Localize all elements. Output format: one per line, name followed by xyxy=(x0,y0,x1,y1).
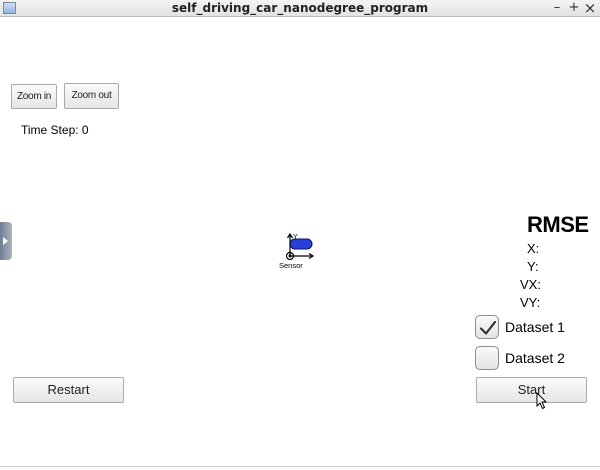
window-bottom-border xyxy=(0,466,600,467)
dataset-2-checkbox[interactable] xyxy=(475,346,499,370)
side-handle-icon[interactable] xyxy=(0,222,12,260)
maximize-button[interactable]: + xyxy=(566,0,582,16)
close-button[interactable]: × xyxy=(582,0,598,16)
zoom-in-button[interactable]: Zoom in xyxy=(11,84,57,109)
checkmark-icon xyxy=(479,320,497,335)
window-title: self_driving_car_nanodegree_program xyxy=(171,1,429,15)
sensor-view: Y Sensor xyxy=(279,232,315,270)
rmse-vx-label: VX: xyxy=(520,277,541,292)
dataset-1-label[interactable]: Dataset 1 xyxy=(505,319,565,335)
rmse-x-label: X: xyxy=(527,241,540,256)
time-step-label: Time Step: 0 xyxy=(21,123,89,137)
restart-button[interactable]: Restart xyxy=(13,377,124,403)
start-button[interactable]: Start xyxy=(476,377,587,403)
rmse-y-label: Y: xyxy=(527,259,539,274)
sensor-label: Sensor xyxy=(279,261,303,270)
rmse-title: RMSE xyxy=(527,212,589,237)
y-axis-label: Y xyxy=(293,234,298,241)
zoom-out-button[interactable]: Zoom out xyxy=(64,83,119,109)
cursor-icon xyxy=(536,392,548,410)
dataset-2-label[interactable]: Dataset 2 xyxy=(505,350,565,366)
dataset-1-checkbox[interactable] xyxy=(475,315,499,339)
minimize-button[interactable]: – xyxy=(549,0,565,16)
window-titlebar[interactable]: self_driving_car_nanodegree_program – + … xyxy=(0,0,600,17)
rmse-vy-label: VY: xyxy=(520,295,541,310)
